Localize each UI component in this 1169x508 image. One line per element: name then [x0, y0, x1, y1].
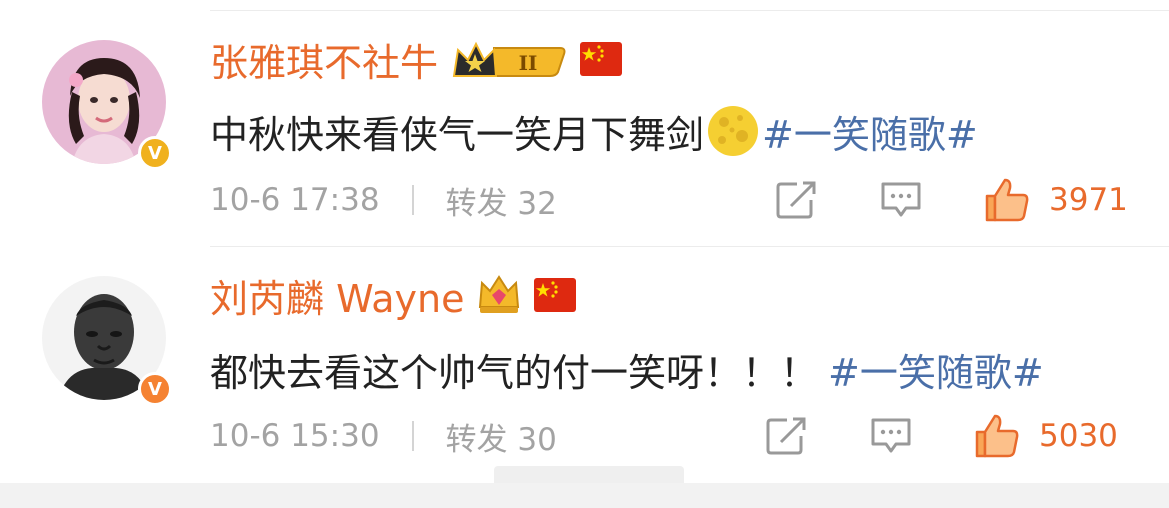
timestamp: 10-6 17:38 [210, 182, 380, 218]
rank-badge-label: II [519, 51, 538, 75]
comment-text: 都快去看这个帅气的付一笑呀！！！ #一笑随歌# [210, 342, 1044, 396]
repost-count[interactable]: 转发 32 [446, 178, 557, 223]
comment-meta: 10-6 17:38 转发 32 3971 [210, 175, 1169, 225]
crown-badge-icon [479, 275, 520, 313]
hashtag-link[interactable]: #一笑随歌# [762, 104, 978, 159]
repost-count[interactable]: 转发 30 [446, 414, 557, 459]
like-thumbs-up-icon[interactable] [983, 176, 1031, 224]
hashtag-link[interactable]: #一笑随歌# [828, 342, 1044, 397]
bottom-bar [0, 483, 1169, 508]
timestamp: 10-6 15:30 [210, 418, 380, 454]
china-flag-icon [580, 42, 623, 76]
share-icon[interactable] [765, 416, 809, 456]
like-count: 3971 [1049, 182, 1128, 218]
like-thumbs-up-icon[interactable] [973, 412, 1021, 460]
username[interactable]: 张雅琪不社牛 [210, 32, 438, 87]
avatar-wrap[interactable]: V [42, 40, 172, 170]
username-row: 张雅琪不社牛 II [210, 32, 623, 87]
comment-actions: 5030 [765, 411, 1118, 461]
comment-item-2: V 刘芮麟 Wayne 都快去看这个帅气的付一笑呀！！！ #一笑随歌# 10-6… [0, 236, 1169, 471]
comment-body: 中秋快来看侠气一笑月下舞剑 [210, 112, 705, 157]
comment-icon[interactable] [879, 180, 923, 220]
like-count: 5030 [1039, 418, 1118, 454]
meta-separator [411, 185, 414, 215]
comment-actions: 3971 [775, 175, 1128, 225]
crown-rank-badge-icon: II [452, 41, 566, 77]
verified-badge-icon: V [138, 136, 172, 170]
comment-icon[interactable] [869, 416, 913, 456]
meta-separator [411, 421, 414, 451]
verified-badge-icon: V [138, 372, 172, 406]
avatar-wrap[interactable]: V [42, 276, 172, 406]
comment-meta: 10-6 15:30 转发 30 5030 [210, 411, 1169, 461]
comment-text: 中秋快来看侠气一笑月下舞剑 #一笑随歌# [210, 104, 978, 158]
username[interactable]: 刘芮麟 Wayne [210, 268, 464, 323]
china-flag-icon [534, 278, 577, 312]
full-moon-face-icon [708, 106, 759, 156]
comment-item-1: V 张雅琪不社牛 II 中秋快来看侠气一笑月下舞剑 #一笑随歌# 10-6 17… [0, 0, 1169, 235]
username-row: 刘芮麟 Wayne [210, 268, 577, 323]
comment-body: 都快去看这个帅气的付一笑呀！！！ [210, 350, 819, 395]
share-icon[interactable] [775, 180, 819, 220]
